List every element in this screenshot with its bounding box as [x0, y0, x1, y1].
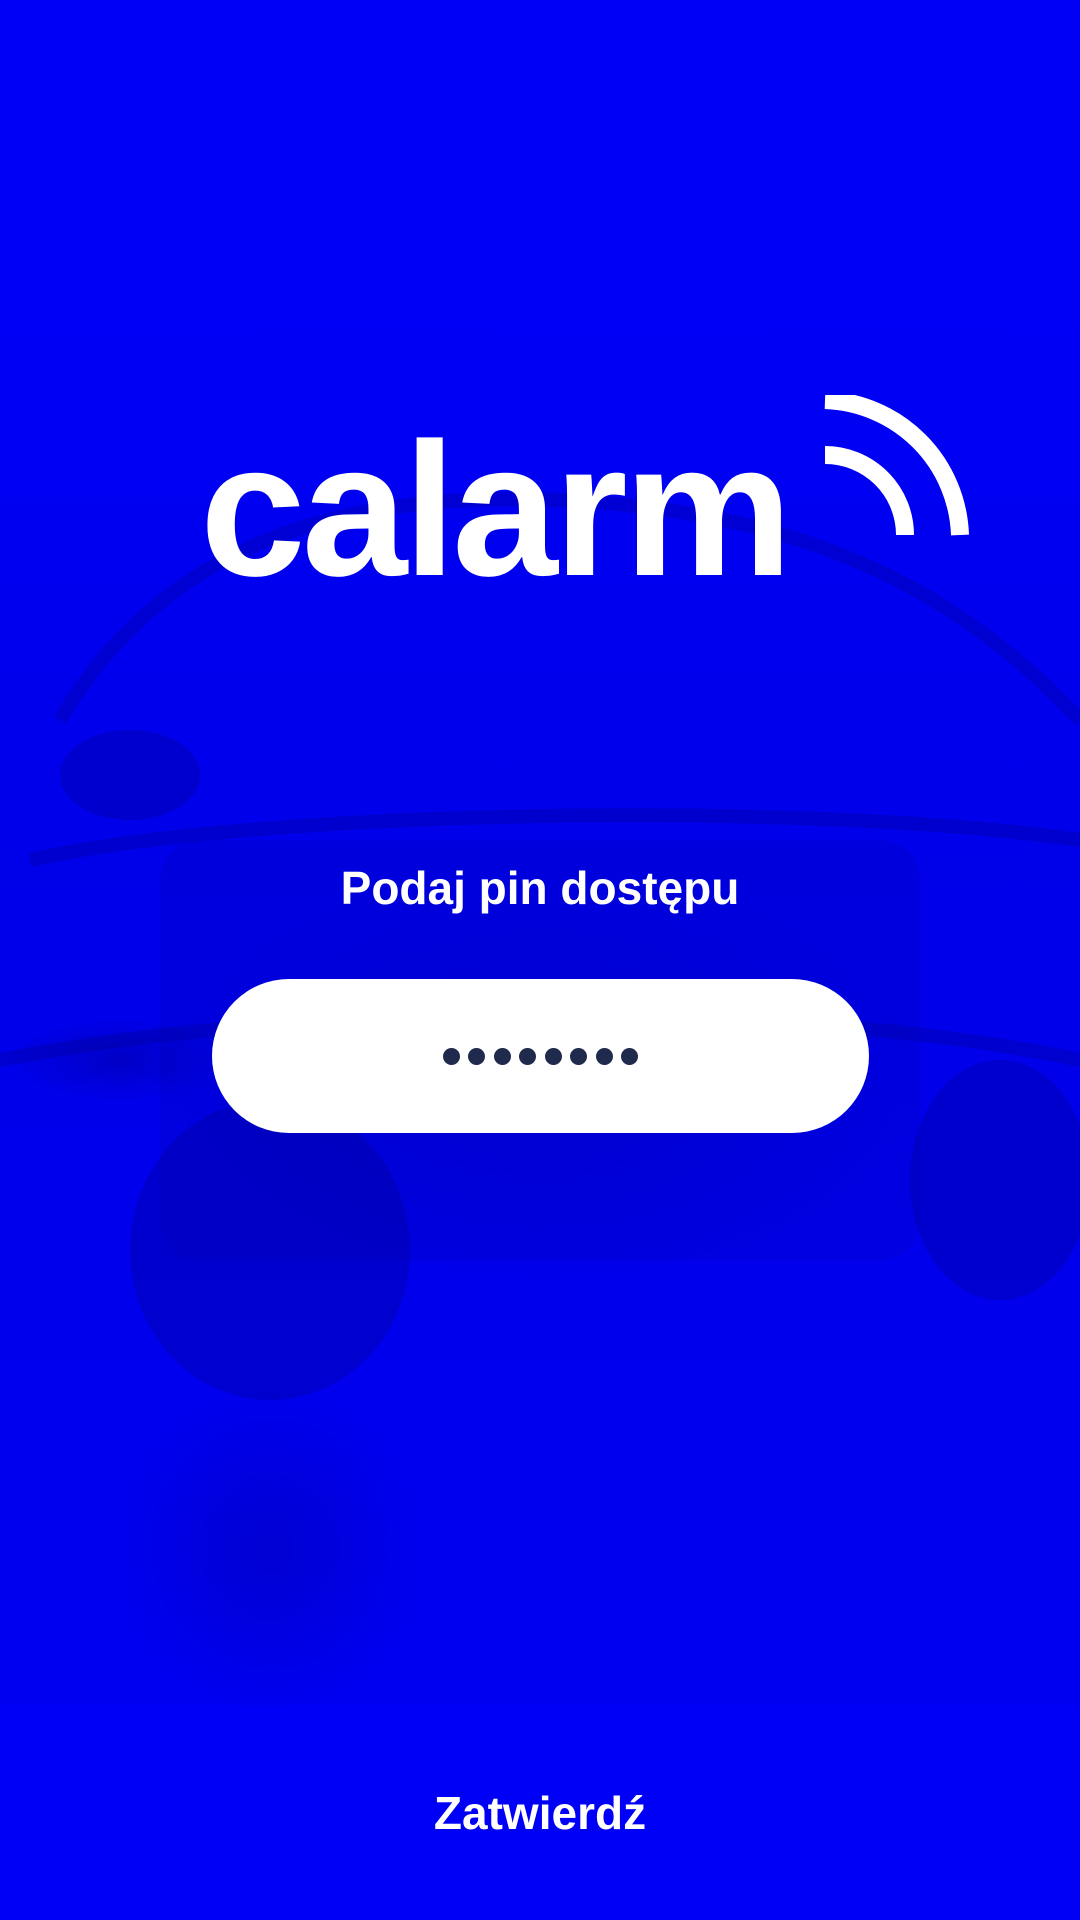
pin-dot — [595, 1047, 613, 1065]
pin-dot — [468, 1047, 486, 1065]
pin-screen: calarm Podaj pin dostępu Zatwierdź — [0, 0, 1080, 1920]
pin-dot — [621, 1047, 639, 1065]
pin-dot — [442, 1047, 460, 1065]
confirm-button[interactable]: Zatwierdź — [0, 1705, 1080, 1920]
pin-prompt-label: Podaj pin dostępu — [340, 862, 740, 914]
logo-wordmark: calarm — [200, 404, 793, 616]
pin-input-field[interactable] — [212, 979, 869, 1133]
pin-masked-dots — [442, 1047, 639, 1065]
pin-dot — [493, 1047, 511, 1065]
confirm-button-label: Zatwierdź — [433, 1786, 647, 1839]
signal-waves-icon — [820, 391, 970, 545]
pin-dot — [544, 1047, 562, 1065]
pin-dot — [570, 1047, 588, 1065]
pin-dot — [519, 1047, 537, 1065]
